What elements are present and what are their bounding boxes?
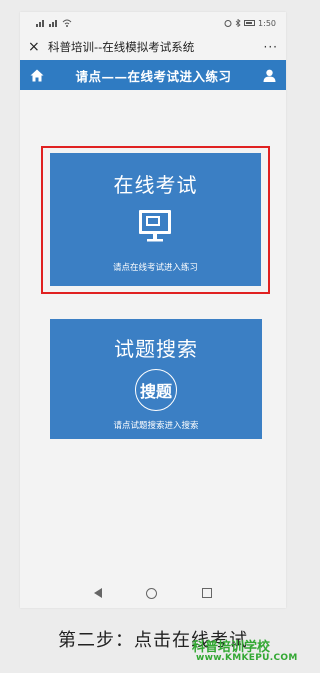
online-exam-button[interactable]: 在线考试 请点在线考试进入练习 bbox=[50, 153, 261, 286]
battery-icon bbox=[244, 20, 256, 26]
alarm-icon bbox=[224, 20, 232, 27]
page-title: 科普培训--在线模拟考试系统 bbox=[48, 40, 195, 54]
status-left bbox=[36, 19, 72, 27]
question-search-button[interactable]: 试题搜索 搜题 请点试题搜索进入搜索 bbox=[50, 319, 262, 439]
recent-apps-icon[interactable] bbox=[201, 588, 212, 598]
more-menu-button[interactable]: ··· bbox=[264, 40, 278, 54]
user-icon[interactable] bbox=[263, 69, 276, 82]
watermark-url: www.KMKEPU.COM bbox=[196, 653, 298, 663]
system-nav-bar bbox=[20, 578, 286, 608]
signal-icon-2 bbox=[49, 20, 57, 27]
navbar-title: 请点——在线考试进入练习 bbox=[75, 68, 232, 84]
phone-screen: 1:50 × 科普培训--在线模拟考试系统 ··· 请点——在线考试进入练习 在… bbox=[20, 12, 286, 608]
app-navbar: 请点——在线考试进入练习 bbox=[20, 60, 286, 90]
webview-titlebar: × 科普培训--在线模拟考试系统 ··· bbox=[20, 34, 286, 60]
search-card-title: 试题搜索 bbox=[114, 337, 198, 361]
back-icon[interactable] bbox=[94, 588, 103, 598]
home-icon[interactable] bbox=[30, 69, 44, 82]
signal-icon bbox=[36, 20, 44, 27]
exam-card-subtitle: 请点在线考试进入练习 bbox=[112, 263, 198, 273]
search-badge-icon: 搜题 bbox=[135, 369, 177, 411]
status-right: 1:50 bbox=[224, 19, 276, 28]
wifi-icon bbox=[62, 19, 72, 27]
home-circle-icon[interactable] bbox=[146, 587, 158, 599]
status-bar: 1:50 bbox=[20, 12, 286, 34]
bluetooth-icon bbox=[235, 19, 241, 27]
status-time: 1:50 bbox=[258, 18, 276, 28]
close-icon[interactable]: × bbox=[28, 39, 44, 55]
monitor-icon bbox=[139, 210, 171, 242]
exam-card-title: 在线考试 bbox=[113, 173, 198, 197]
search-card-subtitle: 请点试题搜索进入搜索 bbox=[113, 421, 199, 431]
